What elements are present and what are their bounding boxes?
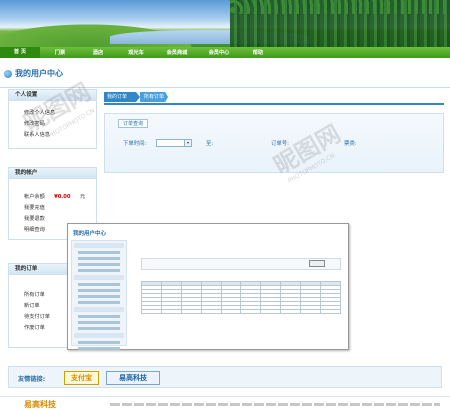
preview-main	[131, 236, 345, 346]
friend-links-label: 友情链接:	[18, 376, 46, 383]
page-title-text: 我的用户中心	[15, 69, 63, 78]
nav-item-hotel[interactable]: 酒店	[80, 49, 116, 56]
page: 首 页 门票 酒店 观光车 会员商城 会员中心 帮助 我的用户中心 个人设置 修…	[0, 0, 450, 410]
main-nav: 首 页 门票 酒店 观光车 会员商城 会员中心 帮助	[0, 47, 450, 58]
footer-logo: 易高科技	[24, 400, 56, 409]
nav-item-help[interactable]: 帮助	[240, 49, 276, 56]
preview-search-button	[309, 260, 325, 267]
nav-item-home[interactable]: 首 页	[0, 47, 40, 58]
sidebar-item-recharge[interactable]: 我要充值	[9, 203, 96, 214]
footer: 易高科技	[0, 396, 450, 410]
nav-item-tickets[interactable]: 门票	[40, 49, 80, 56]
order-search-legend: 订单查询	[118, 119, 149, 128]
balance-unit: 元	[79, 194, 86, 200]
sidebar-account-title: 我的帐户	[9, 168, 96, 179]
tab-all-orders[interactable]: 所有订单	[140, 92, 169, 102]
chevron-down-icon: ▾	[184, 140, 191, 146]
tab-underline	[104, 103, 444, 105]
globe-icon	[4, 69, 12, 78]
alipay-link[interactable]: 支付宝	[64, 371, 99, 385]
order-time-select[interactable]: ▾	[156, 139, 192, 147]
preview-screenshot: 我的用户中心	[67, 223, 349, 350]
header-banner	[0, 0, 450, 47]
account-balance-row: 帐户余额 ¥0.00 元	[9, 192, 96, 203]
page-title: 我的用户中心	[4, 68, 63, 79]
to-label: 至:	[206, 141, 214, 147]
friend-links: 友情链接: 支付宝 易高科技	[8, 366, 442, 388]
arrow-right-icon	[130, 92, 141, 102]
footer-text	[110, 403, 440, 406]
preview-table	[141, 281, 341, 314]
nav-item-sightseeing-car[interactable]: 观光车	[116, 49, 156, 56]
tab-my-orders[interactable]: 我的订单	[104, 92, 131, 102]
order-time-label: 下单时间:	[123, 141, 147, 147]
balance-label: 帐户余额	[24, 194, 45, 200]
preview-sidebar	[71, 240, 127, 350]
ticket-type-label: 票类:	[344, 141, 357, 147]
yigao-link[interactable]: 易高科技	[106, 371, 160, 385]
balance-value: ¥0.00	[54, 194, 71, 200]
banner-treetops	[230, 0, 450, 14]
nav-item-member-center[interactable]: 会员中心	[198, 49, 240, 56]
order-tabs: 我的订单 所有订单	[104, 92, 169, 102]
preview-title: 我的用户中心	[73, 231, 107, 237]
nav-item-member-mall[interactable]: 会员商城	[156, 49, 198, 56]
